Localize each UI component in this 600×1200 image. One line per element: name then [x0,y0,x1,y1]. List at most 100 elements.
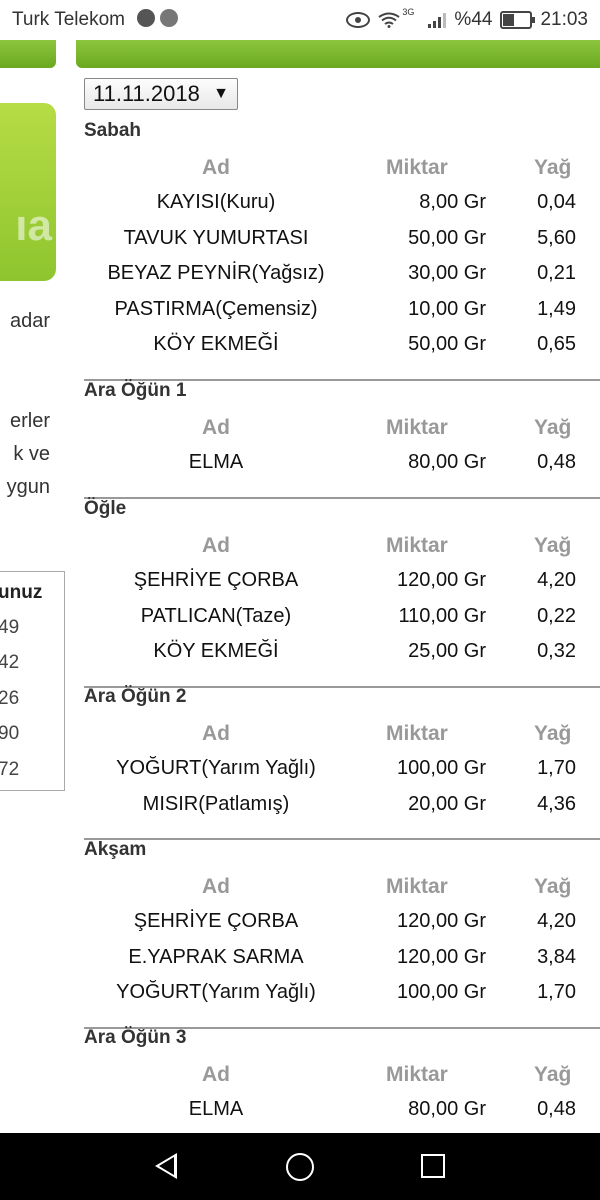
meal-title: Ara Öğün 1 [84,380,187,401]
section-divider [84,496,600,499]
left-box-value: 26 [0,688,20,709]
left-text-line: k ve [13,443,50,465]
food-fat: 3,84 [537,945,576,968]
food-qty: 120,00 Gr [397,945,486,968]
column-header-qty: Miktar [386,534,448,557]
home-circle-icon[interactable] [286,1153,314,1181]
food-row: MISIR(Patlamış) 20,00 Gr 4,36 [76,793,600,829]
food-qty: 100,00 Gr [397,981,486,1003]
food-row: E.YAPRAK SARMA 120,00 Gr 3,84 [76,946,600,982]
battery-percent: %44 [454,9,493,30]
column-header-qty: Miktar [386,722,448,745]
food-qty: 110,00 Gr [398,604,486,627]
food-name: ŞEHRİYE ÇORBA [133,569,299,591]
column-header-fat: Yağ [534,534,572,557]
column-header-fat: Yağ [534,1063,572,1086]
food-row: YOĞURT(Yarım Yağlı) 100,00 Gr 1,70 [76,757,600,793]
food-qty: 25,00 Gr [408,640,486,662]
food-qty: 20,00 Gr [408,792,486,815]
food-name: KAYISI(Kuru) [156,191,276,213]
food-qty: 30,00 Gr [408,262,486,284]
carrier-name: Turk Telekom [12,9,125,30]
food-row: KÖY EKMEĞİ 50,00 Gr 0,65 [76,333,600,369]
eye-comfort-icon [346,12,371,28]
column-header-name: Ad [202,534,230,557]
food-row: ELMA 80,00 Gr 0,48 [76,1098,600,1134]
signal-icon [428,12,447,28]
food-qty: 10,00 Gr [408,297,486,320]
food-fat: 1,70 [537,757,576,779]
wifi-icon [378,12,400,28]
clock: 21:03 [540,9,588,30]
column-header-fat: Yağ [534,722,572,745]
column-header-name: Ad [202,875,230,898]
left-text-line: adar [9,310,50,332]
column-header-qty: Miktar [386,416,448,439]
left-banner[interactable]: ıa [0,103,56,281]
food-name: PASTIRMA(Çemensiz) [114,297,318,320]
date-select-value: 11.11.2018 [93,81,200,106]
food-row: ŞEHRİYE ÇORBA 120,00 Gr 4,20 [76,910,600,946]
food-fat: 1,49 [537,297,576,320]
banner-logo-fragment: ıa [15,201,52,250]
food-fat: 4,20 [537,569,576,591]
column-header-name: Ad [202,156,230,179]
column-header-name: Ad [202,722,230,745]
food-row: KAYISI(Kuru) 8,00 Gr 0,04 [76,191,600,227]
date-select[interactable]: 11.11.2018 ▼ [84,78,238,110]
food-row: PASTIRMA(Çemensiz) 10,00 Gr 1,49 [76,298,600,334]
food-name: YOĞURT(Yarım Yağlı) [116,757,316,779]
food-qty: 120,00 Gr [397,910,486,932]
food-qty: 80,00 Gr [408,451,486,473]
column-header-qty: Miktar [386,1063,448,1086]
food-fat: 4,36 [537,792,576,815]
battery-icon [500,11,536,29]
food-row: PATLICAN(Taze) 110,00 Gr 0,22 [76,605,600,641]
column-header-fat: Yağ [534,156,572,179]
back-triangle-icon[interactable] [155,1153,177,1179]
food-name: TAVUK YUMURTASI [123,226,309,249]
food-row: ŞEHRİYE ÇORBA 120,00 Gr 4,20 [76,569,600,605]
meal-title: Sabah [84,120,142,141]
food-name: KÖY EKMEĞİ [153,640,279,662]
food-fat: 0,65 [537,333,576,355]
food-fat: 5,60 [537,226,576,249]
left-text-line: ygun [6,476,50,498]
food-name: MISIR(Patlamış) [142,792,290,815]
food-row: BEYAZ PEYNİR(Yağsız) 30,00 Gr 0,21 [76,262,600,298]
column-header-fat: Yağ [534,875,572,898]
food-qty: 120,00 Gr [397,569,486,591]
left-summary-box: unuz 49 42 26 90 72 [0,571,65,791]
column-header-name: Ad [202,416,230,439]
food-row: ELMA 80,00 Gr 0,48 [76,451,600,487]
diet-panel-header [76,40,600,68]
left-box-value: 42 [0,652,20,673]
food-name: E.YAPRAK SARMA [128,945,304,968]
meal-title: Ara Öğün 2 [84,686,187,707]
food-name: KÖY EKMEĞİ [153,333,279,355]
food-fat: 0,48 [537,451,576,473]
food-name: BEYAZ PEYNİR(Yağsız) [107,262,325,284]
left-box-value: 72 [0,759,20,780]
food-fat: 0,22 [537,604,576,627]
recent-square-icon[interactable] [421,1154,445,1178]
column-header-qty: Miktar [386,875,448,898]
column-header-fat: Yağ [534,416,572,439]
food-fat: 1,70 [537,981,576,1003]
food-name: ŞEHRİYE ÇORBA [133,910,299,932]
network-type: 3G [402,7,415,17]
food-fat: 0,21 [537,262,576,284]
food-qty: 100,00 Gr [397,757,486,779]
food-qty: 50,00 Gr [408,333,486,355]
android-nav-bar [0,1133,600,1200]
left-text-line: erler [9,410,50,432]
food-name: ELMA [188,451,244,473]
food-qty: 80,00 Gr [408,1098,486,1120]
chrome-icon [160,9,178,27]
dropdown-arrow-icon: ▼ [213,85,229,102]
food-fat: 4,20 [537,910,576,932]
status-bar: Turk Telekom 3G %44 21:03 [0,0,600,40]
left-box-value: 90 [0,723,20,744]
left-box-value: 49 [0,617,20,638]
food-name: YOĞURT(Yarım Yağlı) [116,981,316,1003]
